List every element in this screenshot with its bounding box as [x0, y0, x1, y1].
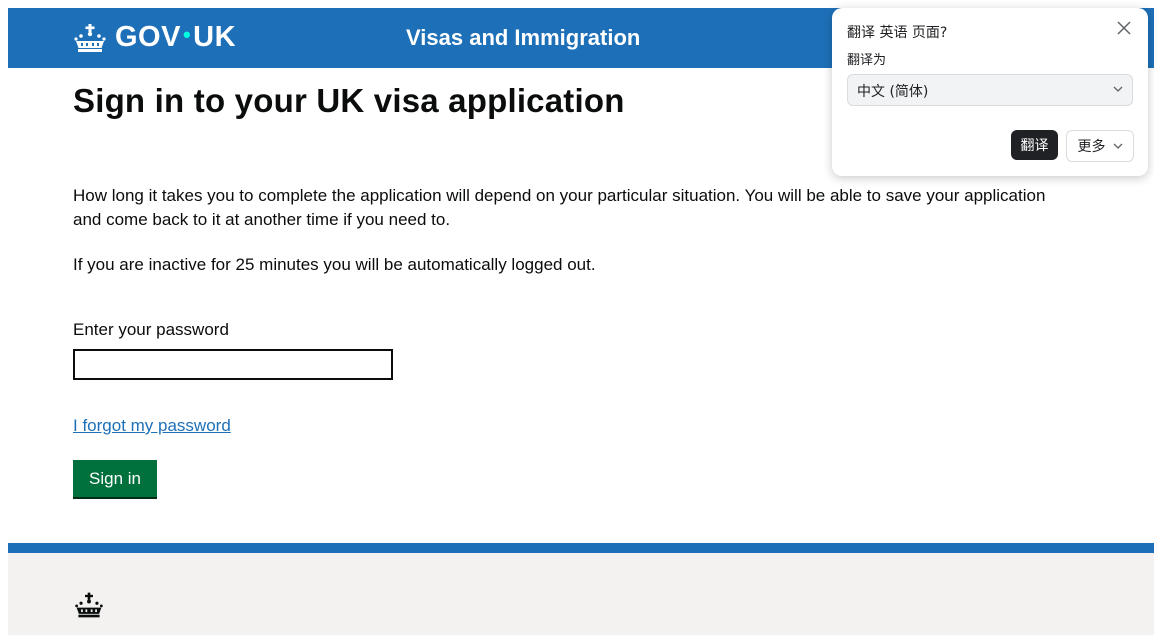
chevron-down-icon — [1113, 143, 1122, 149]
password-input[interactable] — [73, 349, 393, 380]
logo-text: GOV — [115, 21, 181, 53]
target-language-select[interactable]: 中文 (简体) — [847, 74, 1133, 106]
selected-language: 中文 (简体) — [857, 84, 929, 100]
logo-dot: • — [182, 21, 192, 47]
crown-icon — [75, 592, 103, 618]
translate-to-label: 翻译为 — [847, 53, 887, 68]
sign-in-button[interactable]: Sign in — [73, 460, 157, 497]
govuk-logo-link[interactable]: GOV • UK — [73, 21, 236, 54]
password-label: Enter your password — [73, 320, 229, 339]
translate-popup-title: 翻译 英语 页面? — [847, 25, 948, 41]
more-button-label: 更多 — [1077, 139, 1106, 155]
page-title: Sign in to your UK visa application — [73, 82, 625, 119]
footer — [8, 553, 1154, 635]
logo-suffix: UK — [193, 21, 237, 53]
translate-popup: 翻译 英语 页面? 翻译为 中文 (简体) 翻译 更多 — [832, 8, 1148, 176]
chevron-down-icon — [1113, 86, 1123, 92]
footer-divider — [8, 543, 1154, 553]
service-name-link[interactable]: Visas and Immigration — [406, 25, 640, 51]
translate-button[interactable]: 翻译 — [1011, 130, 1058, 160]
more-options-button[interactable]: 更多 — [1066, 130, 1134, 162]
close-icon[interactable] — [1114, 18, 1134, 38]
intro-paragraph: How long it takes you to complete the ap… — [73, 186, 1046, 229]
inactivity-paragraph: If you are inactive for 25 minutes you w… — [73, 255, 596, 274]
forgot-password-link[interactable]: I forgot my password — [73, 416, 231, 436]
crown-icon — [74, 23, 106, 52]
